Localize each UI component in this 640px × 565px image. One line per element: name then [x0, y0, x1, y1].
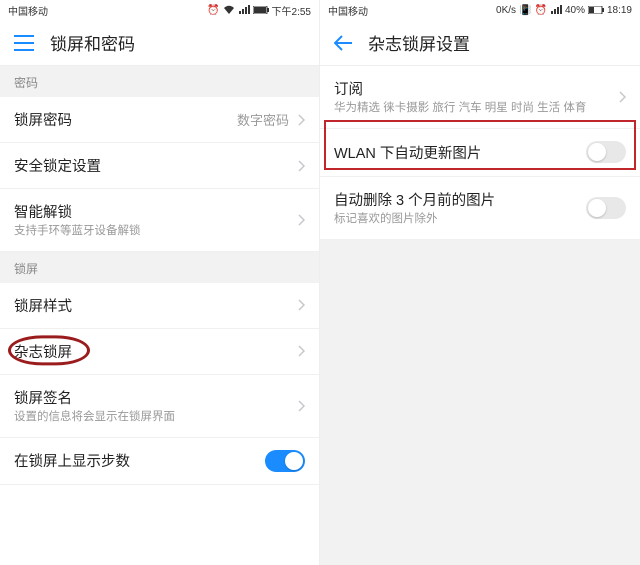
toggle-auto-delete[interactable]: [586, 197, 626, 219]
empty-area: [320, 240, 640, 565]
toggle-wlan-update[interactable]: [586, 141, 626, 163]
signal-icon: [550, 5, 562, 15]
row-lock-signature[interactable]: 锁屏签名 设置的信息将会显示在锁屏界面: [0, 375, 319, 438]
alarm-icon: ⏰: [535, 5, 547, 16]
chevron-icon: [297, 214, 305, 226]
chevron-icon: [297, 160, 305, 172]
chevron-icon: [297, 114, 305, 126]
sub-lock-signature: 设置的信息将会显示在锁屏界面: [14, 410, 297, 425]
page-title: 锁屏和密码: [50, 30, 135, 55]
titlebar-left: 锁屏和密码: [0, 20, 319, 66]
row-secure-lock[interactable]: 安全锁定设置: [0, 143, 319, 189]
toggle-show-steps[interactable]: [265, 450, 305, 472]
chevron-icon: [297, 299, 305, 311]
row-smart-unlock[interactable]: 智能解锁 支持手环等蓝牙设备解锁: [0, 189, 319, 252]
titlebar-right: 杂志锁屏设置: [320, 20, 640, 66]
label-show-steps: 在锁屏上显示步数: [14, 450, 265, 471]
label-lock-password: 锁屏密码: [14, 109, 237, 130]
row-magazine-lock[interactable]: 杂志锁屏: [0, 329, 319, 375]
carrier-label: 中国移动: [8, 3, 48, 18]
chevron-icon: [297, 400, 305, 412]
speed-label: 0K/s: [496, 5, 516, 16]
left-screen: 中国移动 ⏰ 下午2:55 锁屏和密码 密码 锁屏密码 数字密码 安全锁定设置: [0, 0, 320, 565]
row-wlan-update[interactable]: WLAN 下自动更新图片: [320, 129, 640, 177]
statusbar-left: 中国移动 ⏰ 下午2:55: [0, 0, 319, 20]
label-smart-unlock: 智能解锁: [14, 201, 297, 222]
chevron-icon: [297, 345, 305, 357]
chevron-icon: [618, 91, 626, 103]
row-lock-password[interactable]: 锁屏密码 数字密码: [0, 97, 319, 143]
label-magazine-lock: 杂志锁屏: [14, 341, 297, 362]
vibrate-icon: 📳: [519, 5, 531, 16]
battery-label: 40%: [565, 5, 585, 16]
battery-icon: [253, 6, 269, 14]
sub-subscribe: 华为精选 徕卡摄影 旅行 汽车 明星 时尚 生活 体育: [334, 101, 618, 116]
alarm-icon: ⏰: [207, 5, 219, 16]
page-title: 杂志锁屏设置: [368, 30, 470, 55]
time-label: 18:19: [607, 5, 632, 16]
label-wlan-update: WLAN 下自动更新图片: [334, 142, 586, 163]
row-auto-delete[interactable]: 自动删除 3 个月前的图片 标记喜欢的图片除外: [320, 177, 640, 240]
label-subscribe: 订阅: [334, 78, 618, 99]
statusbar-right: 中国移动 0K/s 📳 ⏰ 40% 18:19: [320, 0, 640, 20]
sub-auto-delete: 标记喜欢的图片除外: [334, 212, 586, 227]
section-lockscreen: 锁屏: [0, 252, 319, 283]
signal-icon: [238, 5, 250, 15]
wifi-icon: [223, 5, 235, 15]
carrier-label: 中国移动: [328, 3, 368, 18]
row-lockscreen-style[interactable]: 锁屏样式: [0, 283, 319, 329]
label-lockscreen-style: 锁屏样式: [14, 295, 297, 316]
back-icon[interactable]: [334, 35, 352, 51]
label-secure-lock: 安全锁定设置: [14, 155, 297, 176]
label-lock-signature: 锁屏签名: [14, 387, 297, 408]
row-show-steps[interactable]: 在锁屏上显示步数: [0, 438, 319, 485]
label-auto-delete: 自动删除 3 个月前的图片: [334, 189, 586, 210]
section-password: 密码: [0, 66, 319, 97]
menu-icon[interactable]: [14, 35, 34, 51]
battery-icon: [588, 6, 604, 14]
sub-smart-unlock: 支持手环等蓝牙设备解锁: [14, 224, 297, 239]
time-label: 下午2:55: [272, 3, 311, 18]
value-lock-password: 数字密码: [237, 110, 289, 129]
row-subscribe[interactable]: 订阅 华为精选 徕卡摄影 旅行 汽车 明星 时尚 生活 体育: [320, 66, 640, 129]
right-screen: 中国移动 0K/s 📳 ⏰ 40% 18:19 杂志锁屏设置 订阅 华为精选 徕…: [320, 0, 640, 565]
